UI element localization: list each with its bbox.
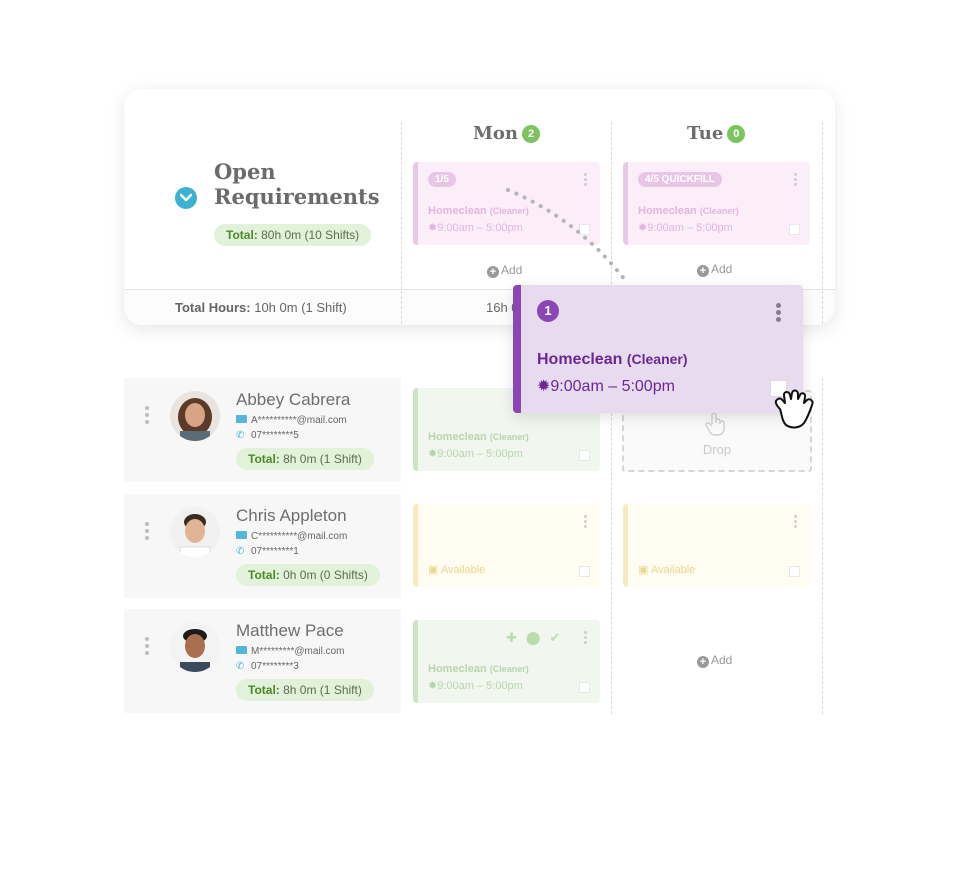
- sun-icon: ✹: [537, 378, 551, 395]
- shift-number-badge: 1: [537, 300, 559, 322]
- more-icon[interactable]: [776, 303, 781, 324]
- drag-path: [506, 188, 630, 286]
- dragged-shift-card[interactable]: 1 Homeclean (Cleaner) ✹9:00am – 5:00pm: [513, 285, 803, 413]
- grab-cursor-icon: [774, 389, 814, 429]
